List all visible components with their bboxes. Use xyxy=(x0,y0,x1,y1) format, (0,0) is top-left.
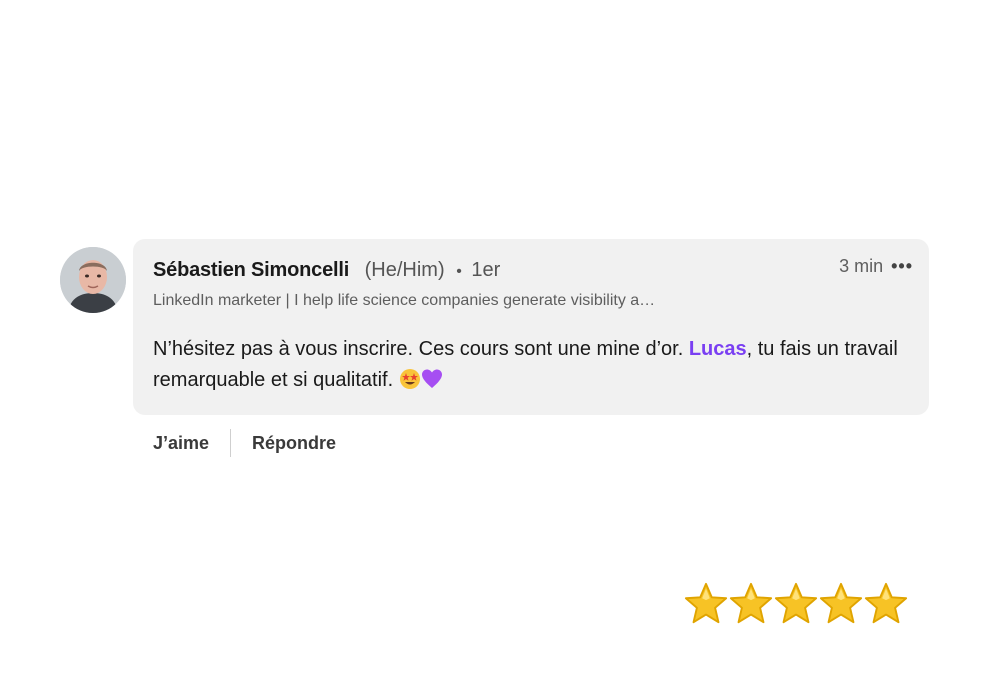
star-icon xyxy=(774,582,818,624)
author-avatar[interactable] xyxy=(60,247,126,313)
like-button[interactable]: J’aime xyxy=(153,433,209,454)
star-rating xyxy=(683,581,908,627)
purple-heart-emoji-icon xyxy=(421,368,443,400)
comment-actions: J’aime Répondre xyxy=(153,429,336,457)
separator-dot: • xyxy=(456,263,462,280)
author-line: Sébastien Simoncelli (He/Him) • 1er xyxy=(153,259,500,282)
comment-bubble: Sébastien Simoncelli (He/Him) • 1er 3 mi… xyxy=(133,239,929,415)
mention-link[interactable]: Lucas xyxy=(689,338,747,360)
author-pronouns: (He/Him) xyxy=(364,259,445,281)
comment-timestamp: 3 min xyxy=(839,256,884,276)
comment-meta: 3 min ••• xyxy=(839,256,913,277)
author-name[interactable]: Sébastien Simoncelli xyxy=(153,259,349,281)
author-headline: LinkedIn marketer | I help life science … xyxy=(153,292,656,309)
reply-button[interactable]: Répondre xyxy=(252,433,336,454)
actions-divider xyxy=(230,429,232,457)
star-struck-emoji-icon xyxy=(399,368,421,400)
avatar-photo xyxy=(60,247,126,313)
more-options-icon[interactable]: ••• xyxy=(891,256,913,277)
comment-text: N’hésitez pas à vous inscrire. Ces cours… xyxy=(153,334,913,400)
comment-text-part-1: N’hésitez pas à vous inscrire. Ces cours… xyxy=(153,338,689,360)
star-icon xyxy=(729,582,773,624)
star-icon xyxy=(864,582,908,624)
connection-degree: 1er xyxy=(471,259,501,281)
star-icon xyxy=(684,582,728,624)
star-icon xyxy=(819,582,863,624)
